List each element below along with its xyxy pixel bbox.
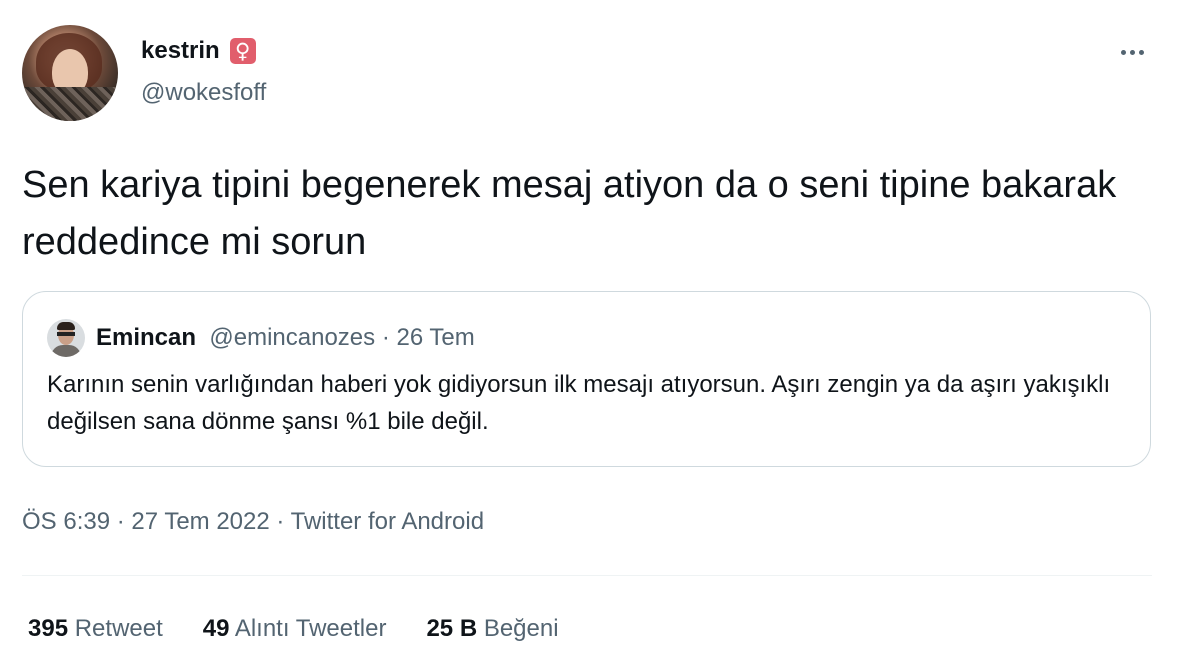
more-dot bbox=[1120, 49, 1126, 55]
tweet-stats: 395 Retweet 49 Alıntı Tweetler 25 B Beğe… bbox=[28, 612, 559, 646]
quote-header: Emincan @emincanozes · 26 Tem bbox=[96, 322, 475, 354]
more-options-icon[interactable] bbox=[1112, 40, 1152, 64]
author-handle[interactable]: @wokesfoff bbox=[141, 78, 266, 108]
quote-tweet-label: Alıntı Tweetler bbox=[234, 615, 387, 642]
stat-likes[interactable]: 25 B Beğeni bbox=[426, 612, 558, 646]
quote-author-avatar[interactable] bbox=[47, 319, 85, 357]
stat-retweets[interactable]: 395 Retweet bbox=[28, 612, 163, 646]
tweet-time[interactable]: ÖS 6:39 bbox=[22, 508, 110, 535]
more-dot bbox=[1138, 49, 1144, 55]
avatar-fur-collar bbox=[22, 87, 118, 121]
quote-date[interactable]: 26 Tem bbox=[396, 324, 474, 351]
quote-separator: · bbox=[375, 324, 397, 351]
author-avatar[interactable] bbox=[22, 25, 118, 121]
like-count: 25 B bbox=[426, 615, 478, 642]
quoted-tweet-card[interactable]: Emincan @emincanozes · 26 Tem Karının se… bbox=[22, 291, 1151, 467]
female-sign-icon: ♀ bbox=[229, 38, 256, 64]
tweet-date[interactable]: 27 Tem 2022 bbox=[131, 508, 269, 535]
meta-separator: · bbox=[269, 508, 291, 535]
author-display-name-row[interactable]: kestrin ♀ bbox=[141, 36, 256, 66]
quote-avatar-hair bbox=[57, 322, 75, 330]
more-dot bbox=[1129, 49, 1135, 55]
retweet-count: 395 bbox=[28, 615, 69, 642]
meta-separator: · bbox=[110, 508, 132, 535]
like-label: Beğeni bbox=[483, 615, 559, 642]
quote-avatar-body bbox=[51, 345, 81, 357]
quote-author-handle[interactable]: @emincanozes bbox=[203, 324, 375, 351]
quote-tweet-count: 49 bbox=[202, 615, 230, 642]
tweet-source[interactable]: Twitter for Android bbox=[291, 508, 484, 535]
stat-quote-tweets[interactable]: 49 Alıntı Tweetler bbox=[203, 612, 387, 646]
tweet-text: Sen kariya tipini begenerek mesaj atiyon… bbox=[22, 164, 1117, 263]
divider bbox=[22, 575, 1152, 576]
quote-author-name[interactable]: Emincan bbox=[96, 324, 196, 351]
retweet-label: Retweet bbox=[74, 615, 163, 642]
quote-avatar-glasses bbox=[57, 332, 75, 336]
tweet-meta-line: ÖS 6:39 · 27 Tem 2022 · Twitter for Andr… bbox=[22, 506, 484, 538]
quote-text: Karının senin varlığından haberi yok gid… bbox=[47, 371, 1111, 435]
author-display-name[interactable]: kestrin bbox=[141, 36, 220, 66]
